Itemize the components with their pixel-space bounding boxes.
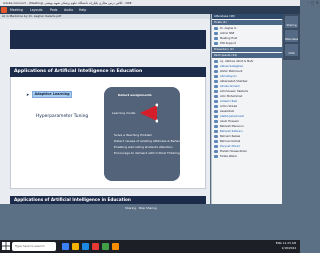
- diagram-bullet: Solve a Teaching Problem: [114, 133, 153, 137]
- red-triangle-graphic: [140, 103, 158, 123]
- share-pod-title: AI in Medicine by Dr. Asghar Kalami.pdf: [0, 14, 210, 19]
- diagram-bullet: Encourage to demand with Critical Thinki…: [114, 151, 180, 155]
- system-tray[interactable]: ENG 11:23 AM 1/18/2024: [276, 241, 296, 251]
- user-icon: [214, 65, 218, 68]
- concept-diagram: Detect assignments Learning model Solve …: [104, 87, 186, 181]
- right-tool-panel: Sharing Attendees Chat: [283, 14, 300, 60]
- app-toolbar: Meeting Layouts Pods Audio Help: [0, 6, 300, 14]
- diagram-bullet: Enabling well-rating students attention: [114, 145, 173, 149]
- user-icon: [214, 155, 218, 158]
- user-icon: [214, 95, 218, 98]
- previous-slide-footer: [10, 30, 206, 49]
- user-icon: [214, 115, 218, 118]
- participants-header[interactable]: Participants (44): [212, 53, 283, 58]
- diagram-mid-item: Learning model: [112, 111, 136, 115]
- user-icon: [214, 130, 218, 133]
- hosts-header[interactable]: Hosts (4): [212, 20, 283, 25]
- sharing-layout-label: Sharing: [286, 24, 297, 27]
- attendees-layout-label: Attendees: [284, 38, 299, 41]
- adaptive-learning-box: Adaptive Learning: [32, 91, 72, 98]
- slide-title: Applications of Artificial Intelligence …: [14, 69, 143, 74]
- user-icon: [214, 150, 218, 153]
- edge-icon[interactable]: [82, 243, 89, 250]
- diagram-bullet: Detect causes of existing Attitudes & Be…: [114, 139, 186, 143]
- user-icon: [214, 120, 218, 123]
- attendees-header: Attendees (48): [212, 14, 283, 19]
- arrow-right-icon: ➤: [26, 92, 30, 97]
- presenters-header[interactable]: Presenters (0): [212, 47, 283, 52]
- user-icon: [214, 75, 218, 78]
- app-icon[interactable]: [102, 243, 109, 250]
- user-icon: [214, 135, 218, 138]
- menu-help[interactable]: Help: [79, 7, 86, 13]
- user-icon: [214, 110, 218, 113]
- user-icon: [214, 140, 218, 143]
- sharing-status[interactable]: Sharing · Stop Sharing: [108, 206, 174, 212]
- language-indicator: ENG: [275, 241, 282, 245]
- host-row[interactable]: KTR Support: [212, 41, 283, 46]
- user-icon: [214, 70, 218, 73]
- chat-layout-label: Chat: [288, 52, 295, 55]
- window-title: Adobe Connect - (Meeting) کلاس درس مجازی…: [3, 1, 132, 5]
- file-explorer-icon[interactable]: [72, 243, 79, 250]
- windows-start-icon[interactable]: [2, 242, 10, 250]
- user-icon: [214, 105, 218, 108]
- hyperparameter-label: Hyperparameter Tuning: [36, 114, 89, 119]
- host-icon: [214, 32, 218, 35]
- host-icon: [214, 27, 218, 30]
- menu-layouts[interactable]: Layouts: [30, 7, 43, 13]
- user-icon: [214, 80, 218, 83]
- host-icon: [214, 42, 218, 45]
- user-icon: [214, 85, 218, 88]
- menu-audio[interactable]: Audio: [64, 7, 73, 13]
- user-icon: [214, 60, 218, 63]
- menu-pods[interactable]: Pods: [50, 7, 57, 13]
- user-icon: [214, 90, 218, 93]
- host-icon: [214, 37, 218, 40]
- clock-date: 1/18/2024: [281, 246, 296, 250]
- user-icon: [214, 145, 218, 148]
- diagram-top-item: Detect assignments: [118, 93, 152, 97]
- windows-taskbar: Type here to search ENG 11:23 AM 1/18/20…: [0, 240, 300, 253]
- adobe-connect-icon[interactable]: [92, 243, 99, 250]
- taskbar-search-input[interactable]: Type here to search: [12, 242, 56, 251]
- user-icon: [214, 100, 218, 103]
- next-slide-title: Applications of Artificial Intelligence …: [14, 197, 131, 202]
- task-view-icon[interactable]: [62, 243, 69, 250]
- app-icon[interactable]: [112, 243, 119, 250]
- clock-time: 11:23 AM: [282, 241, 296, 245]
- menu-meeting[interactable]: Meeting: [10, 7, 23, 13]
- app-logo-icon: [1, 7, 7, 13]
- attendees-pod: Attendees (48) Hosts (4) Dr. Asghar K. A…: [211, 14, 283, 204]
- user-icon: [214, 125, 218, 128]
- participant-row[interactable]: Fariba Afshar: [212, 154, 283, 159]
- window-controls[interactable]: – ◻ ✕: [308, 0, 319, 6]
